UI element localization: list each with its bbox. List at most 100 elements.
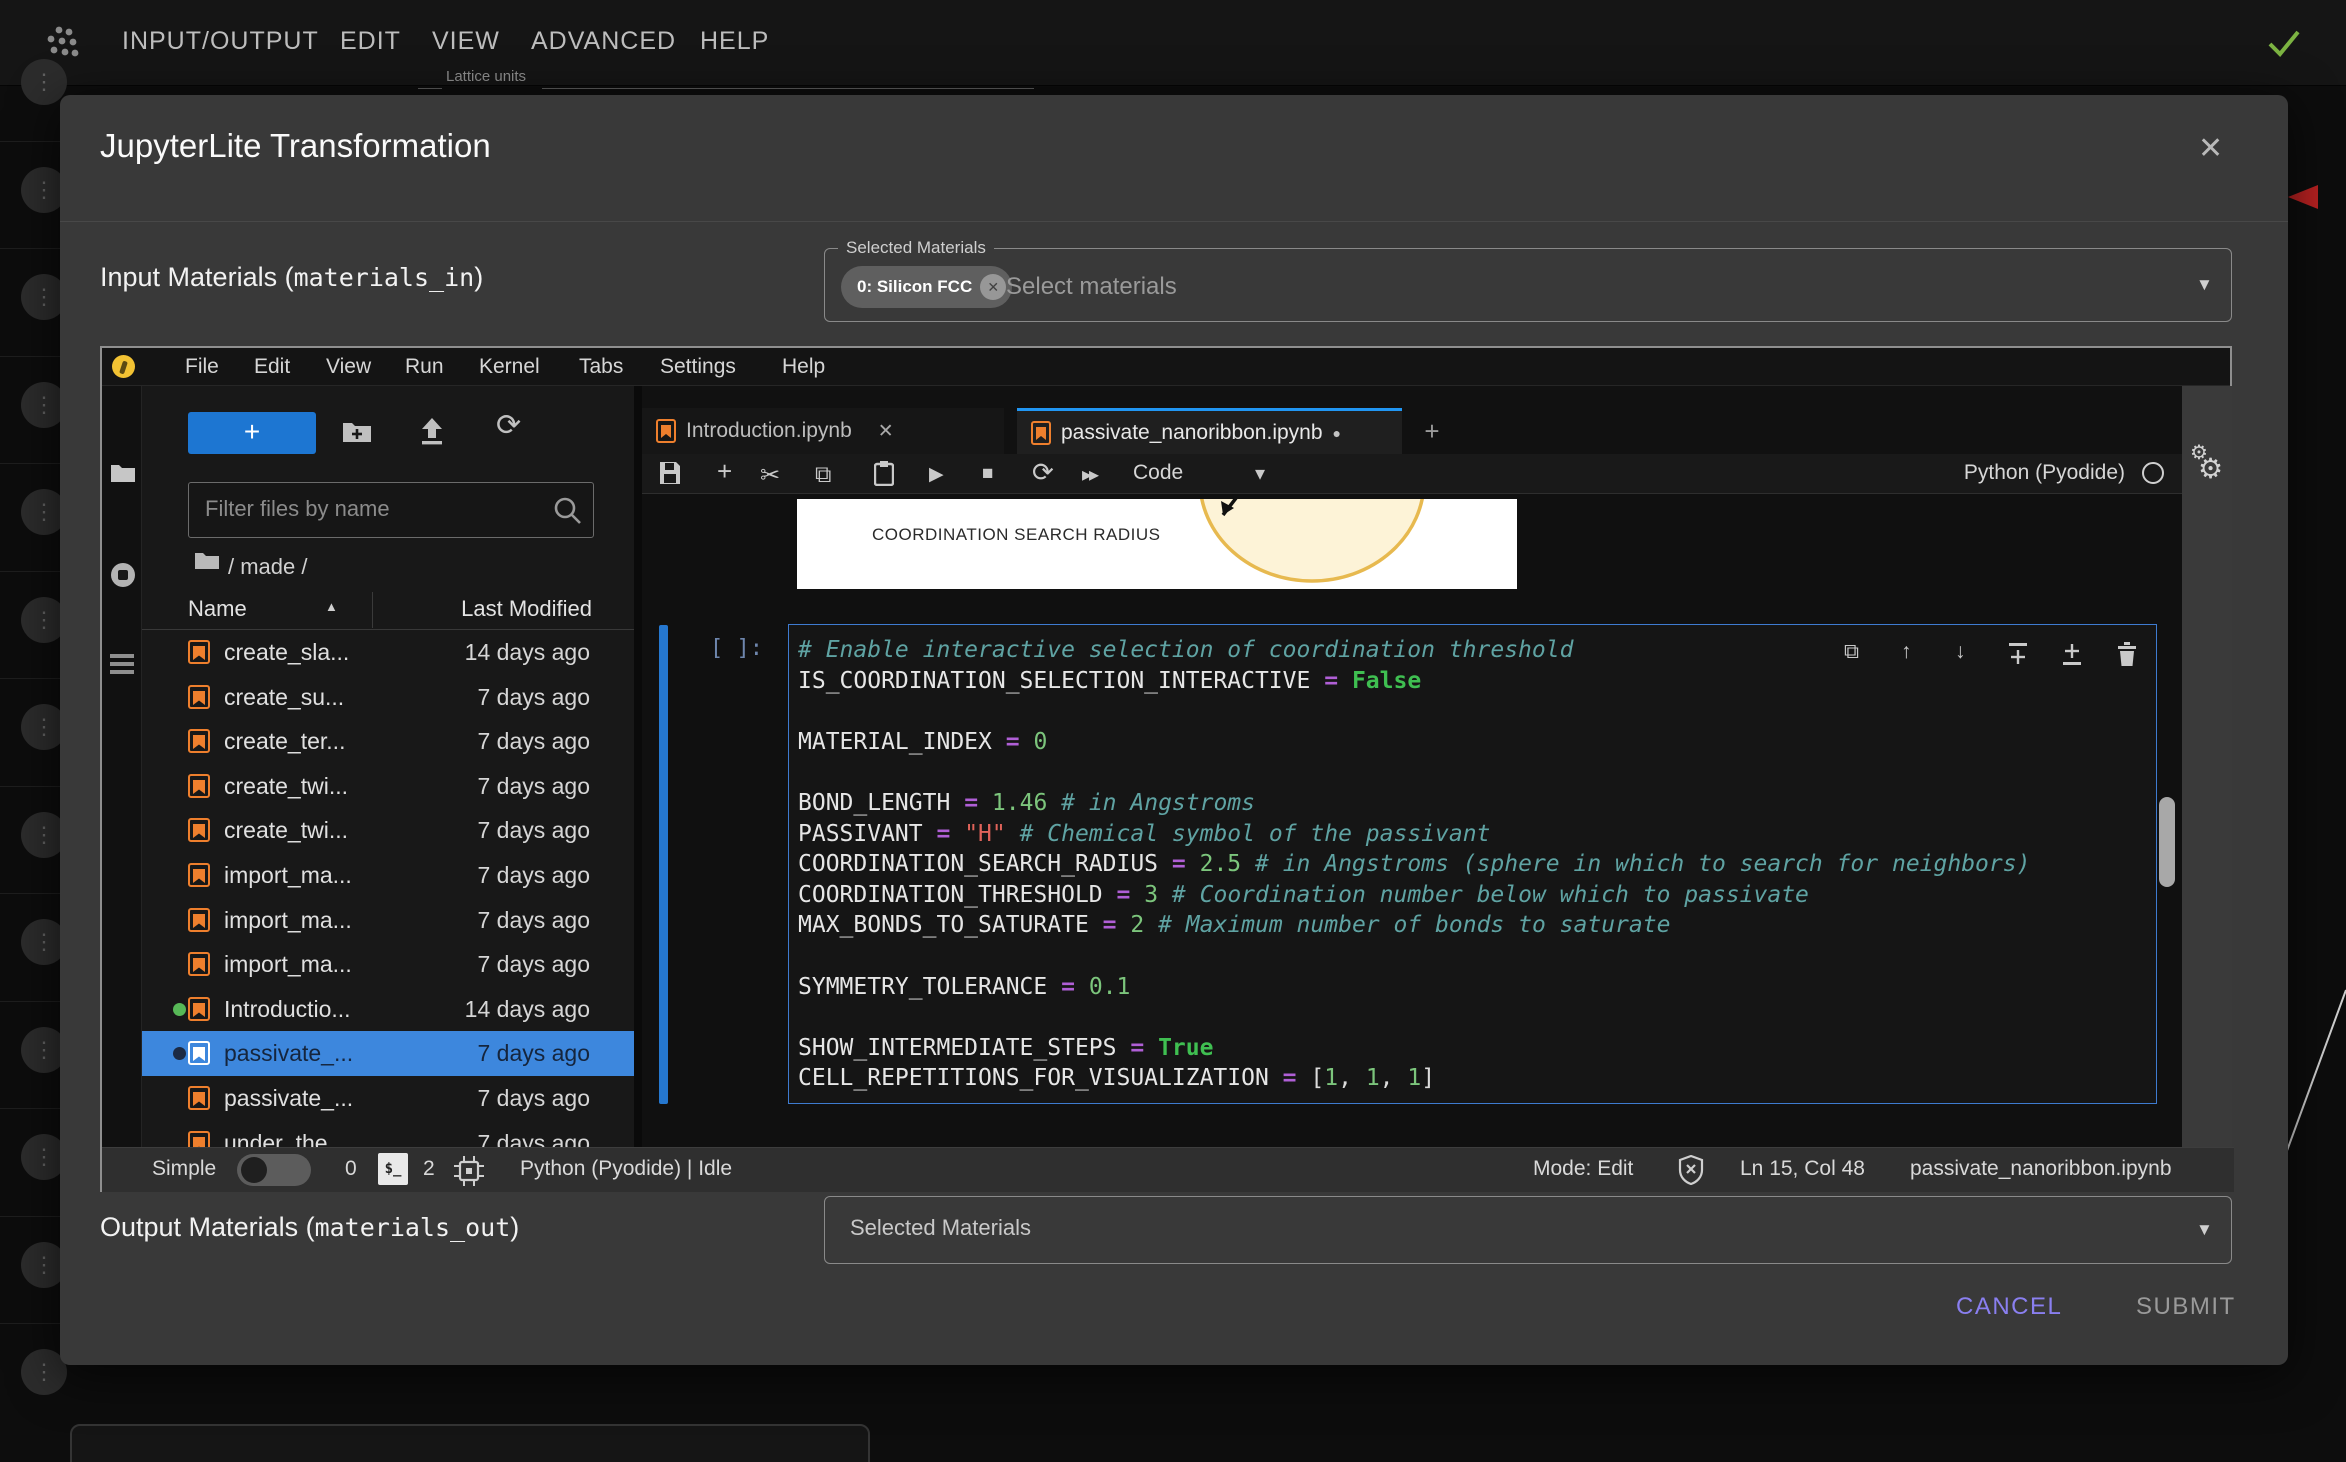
paste-icon[interactable] — [874, 461, 894, 486]
notebook-file-icon — [188, 908, 210, 932]
menu-input-output[interactable]: INPUT/OUTPUT — [122, 27, 319, 56]
notebook-panel: Introduction.ipynb ✕ passivate_nanoribbo… — [642, 386, 2182, 1147]
tab-introduction[interactable]: Introduction.ipynb ✕ — [642, 408, 1004, 454]
menu-view[interactable]: VIEW — [432, 27, 500, 56]
file-row[interactable]: passivate_...7 days ago — [142, 1031, 634, 1076]
cell-collapser[interactable] — [659, 625, 668, 1104]
file-row[interactable]: Introductio...14 days ago — [142, 987, 634, 1032]
notebook-scrollbar[interactable] — [2159, 797, 2175, 887]
lab-menu-file[interactable]: File — [185, 355, 219, 379]
gear-icon[interactable]: ⚙ — [2198, 452, 2223, 485]
file-row[interactable]: under_the...7 days ago — [142, 1121, 634, 1147]
table-of-contents-icon[interactable] — [110, 654, 136, 676]
menu-edit[interactable]: EDIT — [340, 27, 401, 56]
menu-advanced[interactable]: ADVANCED — [531, 27, 676, 56]
row-handle-icon: ⋮ — [21, 59, 67, 105]
code-cell[interactable]: # Enable interactive selection of coordi… — [788, 624, 2157, 1104]
upload-icon[interactable] — [418, 418, 446, 446]
file-row[interactable]: create_ter...7 days ago — [142, 719, 634, 764]
notebook-content[interactable]: COORDINATION SEARCH RADIUS [ ]: # Enable… — [642, 494, 2182, 1147]
file-modified: 14 days ago — [465, 996, 590, 1023]
refresh-icon[interactable]: ⟳ — [496, 408, 521, 443]
insert-cell-below-icon[interactable] — [2061, 643, 2083, 665]
code-editor[interactable]: # Enable interactive selection of coordi… — [798, 635, 2030, 1094]
simple-mode-toggle[interactable] — [237, 1154, 311, 1186]
file-icon — [188, 863, 210, 887]
lab-menu-tabs[interactable]: Tabs — [579, 355, 623, 379]
lab-menu-settings[interactable]: Settings — [660, 355, 736, 379]
column-modified[interactable]: Last Modified — [461, 596, 592, 622]
chevron-down-icon[interactable]: ▼ — [2196, 275, 2213, 295]
copy-cells-icon[interactable]: ⧉ — [815, 461, 831, 488]
filter-files-input[interactable]: Filter files by name — [188, 482, 594, 538]
chevron-down-icon[interactable]: ▼ — [2196, 1220, 2213, 1240]
restart-kernel-icon[interactable]: ⟳ — [1032, 457, 1054, 488]
breadcrumb-folder-icon[interactable] — [194, 549, 220, 571]
check-icon[interactable] — [2264, 22, 2304, 62]
new-folder-icon[interactable] — [342, 418, 372, 444]
terminals-count[interactable]: 0 — [345, 1157, 357, 1181]
input-select-legend: Selected Materials — [838, 238, 994, 258]
file-row[interactable]: import_ma...7 days ago — [142, 853, 634, 898]
delete-cell-icon[interactable] — [2117, 642, 2137, 666]
cancel-button[interactable]: CANCEL — [1950, 1292, 2068, 1322]
row-divider — [0, 356, 68, 357]
cell-type-select[interactable]: Code — [1133, 461, 1183, 485]
tab-passivate-nanoribbon[interactable]: passivate_nanoribbon.ipynb ● — [1017, 408, 1402, 454]
duplicate-cell-icon[interactable]: ⧉ — [1844, 640, 1859, 664]
lab-menu-run[interactable]: Run — [405, 355, 444, 379]
folder-tab-icon[interactable] — [110, 460, 136, 484]
file-row[interactable]: import_ma...7 days ago — [142, 898, 634, 943]
lab-menu-help[interactable]: Help — [782, 355, 825, 379]
panel-splitter[interactable] — [634, 386, 642, 1147]
file-modified: 7 days ago — [477, 862, 590, 889]
lab-menu-edit[interactable]: Edit — [254, 355, 290, 379]
chip-remove-icon[interactable]: ✕ — [980, 274, 1006, 300]
code-line: IS_COORDINATION_SELECTION_INTERACTIVE = … — [798, 666, 2030, 697]
kernels-count[interactable]: 2 — [423, 1157, 435, 1181]
tab-label: passivate_nanoribbon.ipynb — [1061, 421, 1323, 445]
move-cell-up-icon[interactable]: ↑ — [1901, 640, 1912, 664]
kernel-name[interactable]: Python (Pyodide) — [1905, 461, 2125, 485]
kernel-status-text[interactable]: Python (Pyodide) | Idle — [520, 1157, 732, 1181]
run-cell-icon[interactable]: ▶ — [929, 463, 944, 486]
chevron-down-icon[interactable]: ▾ — [1255, 461, 1265, 486]
mode-indicator[interactable]: Mode: Edit — [1533, 1157, 1633, 1181]
close-icon[interactable]: ✕ — [2198, 131, 2223, 166]
running-kernels-icon[interactable] — [109, 561, 137, 589]
insert-cell-icon[interactable]: + — [717, 456, 732, 487]
output-materials-select[interactable] — [824, 1196, 2232, 1264]
file-row[interactable]: import_ma...7 days ago — [142, 942, 634, 987]
file-row[interactable]: create_sla...14 days ago — [142, 630, 634, 675]
file-row[interactable]: create_su...7 days ago — [142, 675, 634, 720]
file-list-header[interactable]: Name ▲ Last Modified — [142, 592, 634, 630]
notebook-file-icon — [188, 685, 210, 709]
move-cell-down-icon[interactable]: ↓ — [1955, 640, 1966, 664]
app-top-bar: INPUT/OUTPUT EDIT VIEW ADVANCED HELP — [0, 0, 2346, 86]
kernel-status-icon[interactable] — [2142, 462, 2164, 484]
tab-close-icon[interactable]: ✕ — [878, 420, 894, 443]
lab-menu-view[interactable]: View — [326, 355, 371, 379]
stop-kernel-icon[interactable]: ■ — [982, 463, 993, 485]
new-launcher-button[interactable]: + — [188, 412, 316, 454]
new-tab-button[interactable]: + — [1412, 408, 1452, 454]
file-row[interactable]: create_twi...7 days ago — [142, 808, 634, 853]
save-icon[interactable] — [659, 461, 681, 485]
simple-mode-label: Simple — [152, 1157, 216, 1181]
file-row[interactable]: passivate_...7 days ago — [142, 1076, 634, 1121]
menu-help[interactable]: HELP — [700, 27, 769, 56]
column-name[interactable]: Name — [188, 596, 247, 622]
lab-activity-bar — [102, 386, 142, 1147]
run-all-icon[interactable]: ▸▸ — [1082, 462, 1096, 487]
cursor-position[interactable]: Ln 15, Col 48 — [1740, 1157, 1865, 1181]
breadcrumb[interactable]: / made / — [228, 554, 307, 580]
submit-button[interactable]: SUBMIT — [2130, 1292, 2242, 1322]
cut-cells-icon[interactable]: ✂ — [760, 461, 780, 490]
material-chip[interactable]: 0: Silicon FCC ✕ — [841, 266, 1012, 308]
file-row[interactable]: create_twi...7 days ago — [142, 764, 634, 809]
output-materials-label: Output Materials (materials_out) — [100, 1212, 519, 1243]
lab-menu-kernel[interactable]: Kernel — [479, 355, 540, 379]
shield-x-icon[interactable] — [1678, 1155, 1704, 1185]
insert-cell-above-icon[interactable] — [2007, 643, 2029, 665]
app-logo-icon[interactable] — [42, 22, 82, 62]
